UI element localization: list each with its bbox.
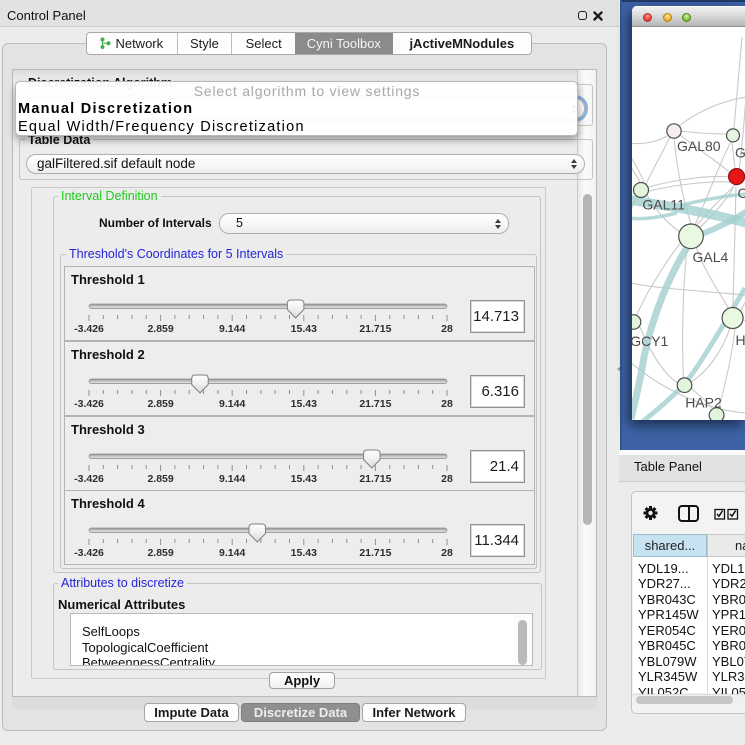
svg-text:GCY1: GCY1 — [632, 333, 669, 349]
svg-text:GAL4: GAL4 — [693, 249, 729, 265]
svg-text:C: C — [738, 185, 745, 201]
svg-text:GAL11: GAL11 — [642, 197, 685, 213]
svg-text:HAP2: HAP2 — [685, 395, 722, 411]
svg-text:GA: GA — [735, 145, 745, 161]
svg-text:GAL80: GAL80 — [677, 138, 721, 154]
svg-text:H: H — [736, 332, 745, 348]
